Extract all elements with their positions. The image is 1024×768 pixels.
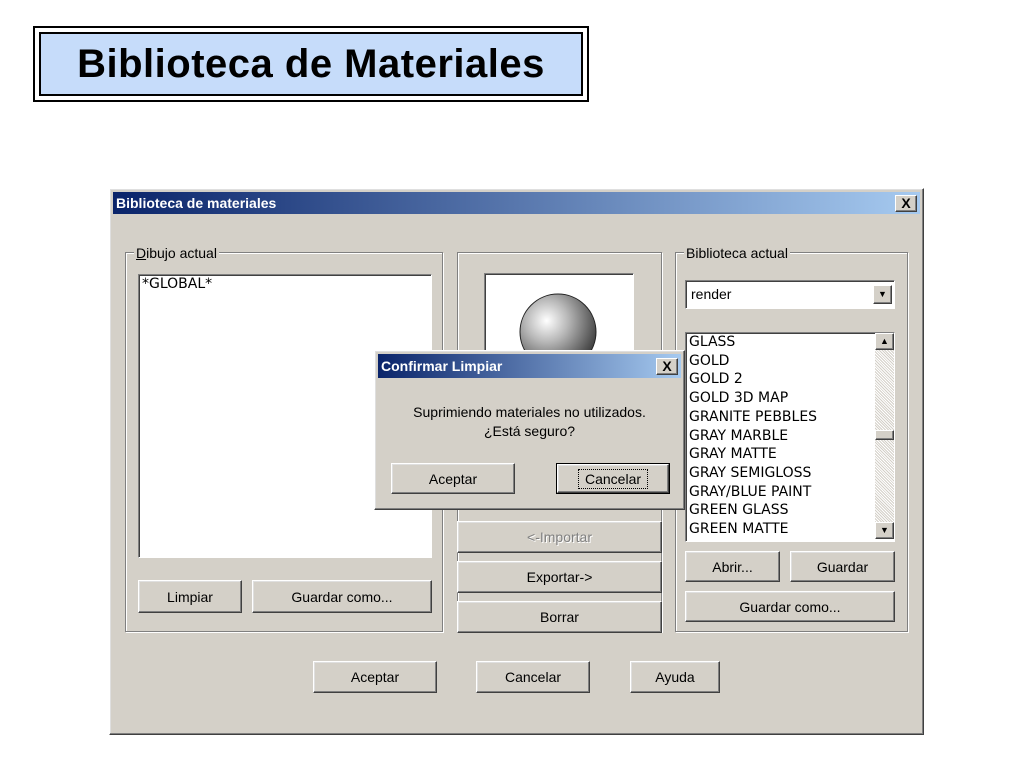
- list-item[interactable]: GRAY/BLUE PAINT: [686, 483, 894, 502]
- current-drawing-label: Dibujo actual: [134, 245, 219, 261]
- list-item[interactable]: GOLD: [686, 352, 894, 371]
- library-items: GLASS GOLD GOLD 2 GOLD 3D MAP GRANITE PEBBLE…: [686, 333, 894, 539]
- sphere-preview-icon: [519, 293, 597, 352]
- list-item[interactable]: GRAY MARBLE: [686, 427, 894, 446]
- slide-title-box: Biblioteca de Materiales: [33, 26, 589, 102]
- dialog-message-line2: ¿Está seguro?: [483, 423, 576, 439]
- ok-button[interactable]: Aceptar: [313, 661, 437, 693]
- list-item[interactable]: GREEN MATTE: [686, 520, 894, 539]
- import-button[interactable]: <-Importar: [457, 521, 662, 553]
- close-icon[interactable]: X: [656, 358, 678, 375]
- list-item[interactable]: GOLD 2: [686, 370, 894, 389]
- scroll-thumb[interactable]: [875, 430, 894, 440]
- dialog-ok-button[interactable]: Aceptar: [391, 463, 515, 494]
- list-item[interactable]: GOLD 3D MAP: [686, 389, 894, 408]
- current-library-label: Biblioteca actual: [684, 245, 790, 261]
- list-item[interactable]: GRAY SEMIGLOSS: [686, 464, 894, 483]
- help-button[interactable]: Ayuda: [630, 661, 720, 693]
- scroll-up-icon[interactable]: ▲: [875, 333, 894, 350]
- slide-title-frame: Biblioteca de Materiales: [39, 32, 583, 96]
- material-preview: [484, 273, 634, 353]
- library-dropdown-value: render: [691, 286, 732, 302]
- open-button[interactable]: Abrir...: [685, 551, 780, 582]
- dialog-message-line1: Suprimiendo materiales no utilizados.: [413, 404, 646, 420]
- list-item[interactable]: GRAY MATTE: [686, 445, 894, 464]
- export-button[interactable]: Exportar->: [457, 561, 662, 593]
- list-item[interactable]: *GLOBAL*: [139, 275, 431, 294]
- window-titlebar: Biblioteca de materiales X: [113, 192, 920, 214]
- scroll-down-icon[interactable]: ▼: [875, 522, 894, 539]
- confirm-clear-dialog: Confirmar Limpiar X Suprimiendo material…: [374, 350, 685, 510]
- save-as-library-button[interactable]: Guardar como...: [685, 591, 895, 622]
- dialog-titlebar: Confirmar Limpiar X: [378, 354, 681, 378]
- window-title: Biblioteca de materiales: [116, 195, 277, 211]
- dialog-message: Suprimiendo materiales no utilizados. ¿E…: [375, 403, 684, 441]
- save-as-drawing-button[interactable]: Guardar como...: [252, 580, 432, 613]
- delete-button[interactable]: Borrar: [457, 601, 662, 633]
- clear-button[interactable]: Limpiar: [138, 580, 242, 613]
- list-item[interactable]: GRANITE PEBBLES: [686, 408, 894, 427]
- list-item[interactable]: GLASS: [686, 333, 894, 352]
- slide-title: Biblioteca de Materiales: [77, 41, 545, 86]
- list-item[interactable]: GREEN GLASS: [686, 501, 894, 520]
- dialog-title: Confirmar Limpiar: [381, 358, 503, 374]
- library-materials-list[interactable]: GLASS GOLD GOLD 2 GOLD 3D MAP GRANITE PEBBLE…: [685, 332, 895, 542]
- save-library-button[interactable]: Guardar: [790, 551, 895, 582]
- library-scrollbar[interactable]: ▲ ▼: [875, 333, 894, 539]
- library-dropdown[interactable]: render ▼: [685, 280, 895, 309]
- chevron-down-icon[interactable]: ▼: [873, 285, 892, 304]
- close-icon[interactable]: X: [895, 195, 917, 212]
- cancel-button[interactable]: Cancelar: [476, 661, 590, 693]
- dialog-cancel-button[interactable]: Cancelar: [556, 463, 670, 494]
